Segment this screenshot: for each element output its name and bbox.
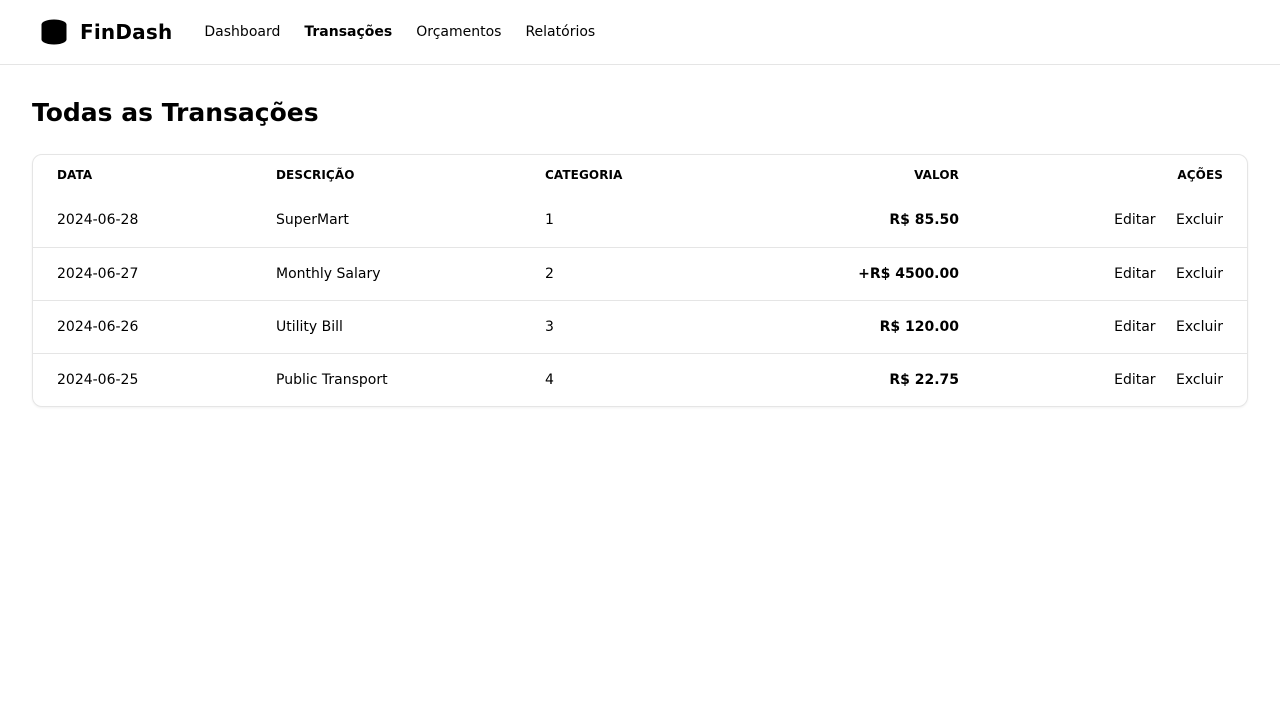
cell-value: R$ 85.50 — [745, 194, 959, 248]
header-category: CATEGORIA — [545, 168, 623, 182]
cell-actions: Editar Excluir — [959, 247, 1247, 301]
cell-description: Monthly Salary — [276, 247, 545, 301]
cell-actions: Editar Excluir — [959, 300, 1247, 354]
delete-button[interactable]: Excluir — [1176, 266, 1223, 282]
delete-button[interactable]: Excluir — [1176, 212, 1223, 228]
nav-item-dashboard[interactable]: Dashboard — [204, 24, 280, 40]
nav-item-relatorios[interactable]: Relatórios — [525, 24, 595, 40]
header-date: DATA — [57, 168, 93, 182]
cell-value: R$ 120.00 — [745, 300, 959, 354]
cell-date: 2024-06-28 — [33, 194, 276, 248]
table-row: 2024-06-27 Monthly Salary 2 +R$ 4500.00 … — [33, 247, 1247, 301]
edit-button[interactable]: Editar — [1114, 372, 1155, 388]
cell-description: SuperMart — [276, 194, 545, 248]
nav-item-transacoes[interactable]: Transações — [304, 24, 392, 40]
transactions-card: DATA DESCRIÇÃO CATEGORIA VALOR AÇÕES 202… — [32, 154, 1248, 407]
edit-button[interactable]: Editar — [1114, 266, 1155, 282]
cell-description: Utility Bill — [276, 300, 545, 354]
cell-description: Public Transport — [276, 371, 388, 388]
cell-actions: Editar Excluir — [959, 353, 1247, 406]
cell-actions: Editar Excluir — [959, 194, 1247, 248]
main-content: Todas as Transações DATA DESCRIÇÃO CATEG… — [0, 98, 1280, 407]
cell-category: 3 — [545, 300, 745, 354]
nav-item-orcamentos[interactable]: Orçamentos — [416, 24, 501, 40]
cell-category: 4 — [545, 371, 554, 388]
edit-button[interactable]: Editar — [1114, 212, 1155, 228]
cell-category: 1 — [545, 194, 745, 248]
table-row: 2024-06-25 Public Transport 4 R$ 22.75 E… — [33, 353, 1247, 406]
table-row: 2024-06-26 Utility Bill 3 R$ 120.00 Edit… — [33, 300, 1247, 354]
delete-button[interactable]: Excluir — [1176, 319, 1223, 335]
header-value: VALOR — [914, 168, 959, 182]
cell-date: 2024-06-27 — [33, 247, 276, 301]
cell-value: +R$ 4500.00 — [745, 247, 959, 301]
table-header-row: DATA DESCRIÇÃO CATEGORIA VALOR AÇÕES — [33, 155, 1247, 194]
header-description: DESCRIÇÃO — [276, 168, 355, 182]
page-title: Todas as Transações — [32, 98, 319, 127]
cell-value: R$ 22.75 — [889, 371, 959, 388]
brand-name: FinDash — [80, 20, 173, 44]
stack-logo-icon — [40, 18, 68, 46]
delete-button[interactable]: Excluir — [1176, 372, 1223, 388]
header-actions: AÇÕES — [1177, 168, 1223, 182]
top-navbar: FinDash Dashboard Transações Orçamentos … — [0, 0, 1280, 65]
main-nav: Dashboard Transações Orçamentos Relatóri… — [204, 24, 619, 40]
brand[interactable]: FinDash — [40, 18, 172, 46]
cell-date: 2024-06-25 — [57, 371, 139, 388]
edit-button[interactable]: Editar — [1114, 319, 1155, 335]
table-row: 2024-06-28 SuperMart 1 R$ 85.50 Editar E… — [33, 194, 1247, 248]
cell-date: 2024-06-26 — [33, 300, 276, 354]
transactions-table: DATA DESCRIÇÃO CATEGORIA VALOR AÇÕES 202… — [33, 155, 1247, 406]
cell-category: 2 — [545, 247, 745, 301]
